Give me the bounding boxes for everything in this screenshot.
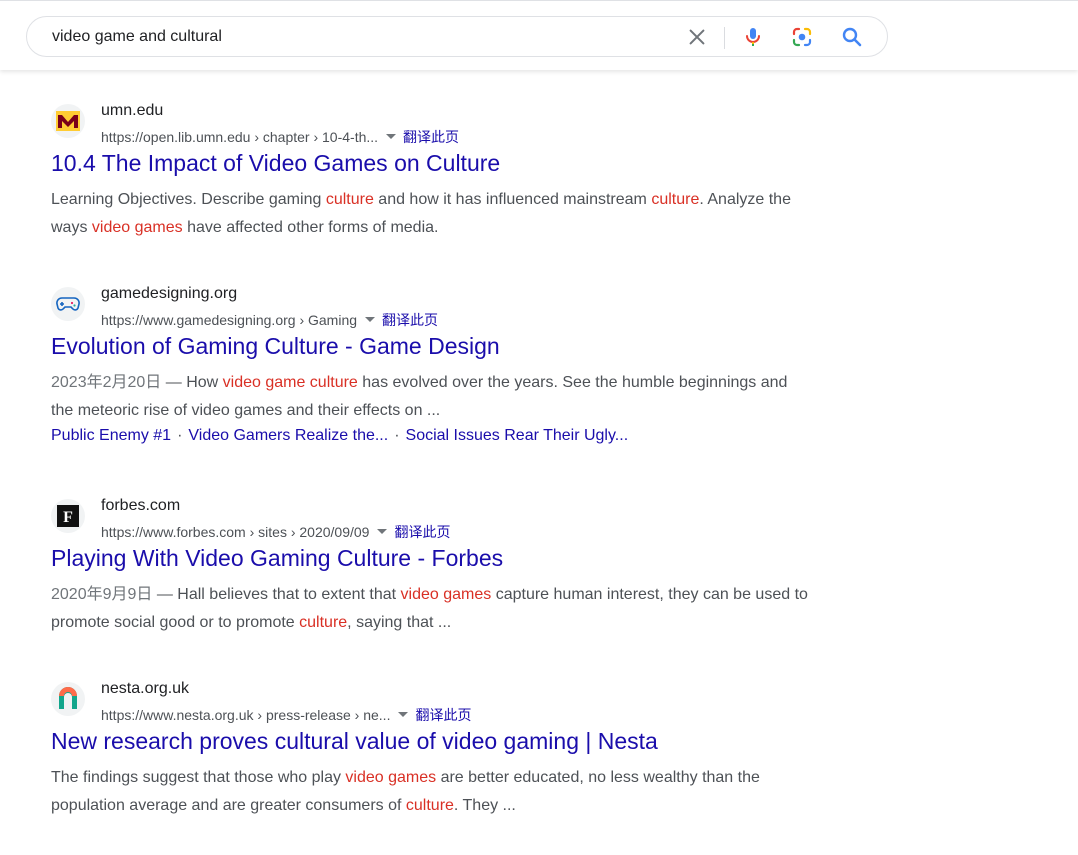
result-title-link[interactable]: New research proves cultural value of vi… [51,728,658,755]
result-url-text[interactable]: https://www.forbes.com › sites › 2020/09… [101,524,369,540]
sitelink-separator: · [394,427,400,444]
result-url-text[interactable]: https://www.nesta.org.uk › press-release… [101,707,390,723]
highlighted-keyword: video games [91,219,183,236]
search-icon[interactable] [840,25,864,49]
svg-text:F: F [63,509,73,526]
sitelink[interactable]: Video Gamers Realize the... [188,427,388,444]
result-snippet: The findings suggest that those who play… [51,764,811,820]
umn-logo-icon [51,104,85,138]
result-date: 2020年9月9日 [51,586,153,603]
translate-link[interactable]: 翻译此页 [415,705,471,725]
snippet-text: have affected other forms of media. [182,219,439,236]
translate-link[interactable]: 翻译此页 [394,522,450,542]
result-url: https://www.nesta.org.uk › press-release… [101,705,471,725]
translate-link[interactable]: 翻译此页 [403,127,459,147]
result-url: https://open.lib.umn.edu › chapter › 10-… [101,127,459,147]
highlighted-keyword: video games [400,586,492,603]
highlighted-keyword: culture [405,797,454,814]
result-snippet: Learning Objectives. Describe gaming cul… [51,186,811,242]
result-url-text[interactable]: https://open.lib.umn.edu › chapter › 10-… [101,129,378,145]
result-site-name: umn.edu [101,102,164,119]
sitelink-separator: · [177,427,183,444]
mic-icon[interactable] [741,25,765,49]
snippet-text: and how it has influenced mainstream [373,191,652,208]
highlighted-keyword: video game culture [222,374,358,391]
result-url-text[interactable]: https://www.gamedesigning.org › Gaming [101,312,357,328]
snippet-text: — How [161,374,223,391]
translate-link[interactable]: 翻译此页 [382,310,438,330]
sitelink[interactable]: Public Enemy #1 [51,427,171,444]
result-url: https://www.forbes.com › sites › 2020/09… [101,522,450,542]
chevron-down-icon[interactable] [386,133,397,139]
nesta-logo-icon [51,682,85,716]
sitelink[interactable]: Social Issues Rear Their Ugly... [406,427,629,444]
snippet-text: — Hall believes that to extent that [152,586,401,603]
search-header [0,0,1078,70]
result-url: https://www.gamedesigning.org › Gaming 翻… [101,310,438,330]
forbes-logo-icon: F [51,499,85,533]
search-input[interactable] [52,26,652,48]
gamepad-icon [51,287,85,321]
search-box[interactable] [26,16,888,57]
snippet-text: , saying that ... [347,614,452,631]
result-title-link[interactable]: Evolution of Gaming Culture - Game Desig… [51,333,500,360]
result-site-name: gamedesigning.org [101,285,238,302]
snippet-text: . They ... [453,797,516,814]
snippet-text: Learning Objectives. Describe gaming [51,191,326,208]
chevron-down-icon[interactable] [365,316,376,322]
highlighted-keyword: culture [299,614,348,631]
result-title-link[interactable]: Playing With Video Gaming Culture - Forb… [51,545,503,572]
sitelinks: Public Enemy #1 · Video Gamers Realize the… [51,427,628,445]
chevron-down-icon[interactable] [377,528,388,534]
highlighted-keyword: culture [651,191,700,208]
snippet-text: The findings suggest that those who play [51,769,346,786]
search-divider [724,27,725,49]
result-snippet: 2020年9月9日 — Hall believes that to extent… [51,581,811,637]
result-site-name: forbes.com [101,497,181,514]
chevron-down-icon[interactable] [398,711,409,717]
result-snippet: 2023年2月20日 — How video game culture has … [51,369,811,425]
camera-lens-icon[interactable] [790,25,814,49]
highlighted-keyword: video games [345,769,437,786]
close-icon[interactable] [685,25,709,49]
highlighted-keyword: culture [325,191,374,208]
result-title-link[interactable]: 10.4 The Impact of Video Games on Cultur… [51,150,500,177]
result-site-name: nesta.org.uk [101,680,190,697]
result-date: 2023年2月20日 [51,374,162,391]
